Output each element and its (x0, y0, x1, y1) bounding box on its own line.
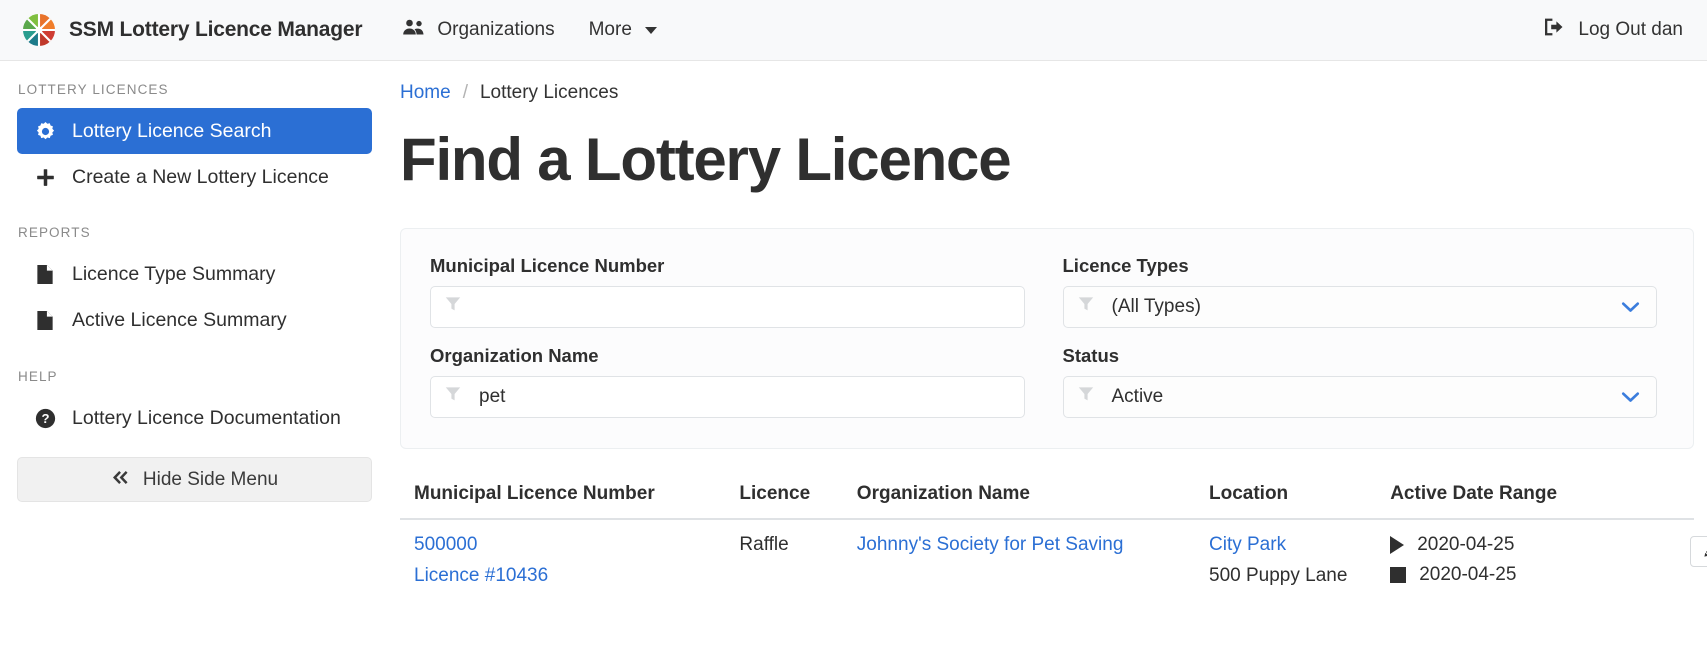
certificate-starburst-icon (34, 121, 56, 142)
location-address: 500 Puppy Lane (1209, 565, 1348, 586)
field-label: Organization Name (430, 345, 599, 366)
nav-organizations-label: Organizations (437, 19, 555, 40)
results-table-body: 500000 Licence #10436 Raffle Johnny's So… (400, 519, 1707, 599)
sidebar-heading-help: HELP (18, 369, 58, 384)
sidebar-item-active-licence-summary[interactable]: Active Licence Summary (17, 297, 372, 343)
brand-home-link[interactable]: SSM Lottery Licence Manager (22, 13, 363, 47)
file-icon (34, 310, 56, 331)
results-table-head: Municipal Licence Number Licence Organiz… (400, 473, 1694, 520)
nav-more-label: More (588, 19, 632, 40)
organization-name-input-wrap[interactable]: pet (430, 376, 1025, 418)
organization-name-value: pet (479, 386, 506, 407)
results-table: Municipal Licence Number Licence Organiz… (400, 473, 1707, 599)
end-date: 2020-04-25 (1419, 564, 1517, 585)
field-municipal-licence-number: Municipal Licence Number (430, 255, 1025, 328)
sidebar-heading-reports: REPORTS (18, 225, 91, 240)
sidebar-item-label: Licence Type Summary (72, 262, 276, 285)
double-chevron-left-icon (111, 469, 130, 491)
cell-active-date-range: 2020-04-25 2020-04-25 (1376, 519, 1676, 599)
svg-text:?: ? (41, 411, 49, 426)
status-value: Active (1111, 386, 1164, 407)
sidebar: LOTTERY LICENCES Lottery Licence Search … (0, 61, 389, 666)
sidebar-item-licence-type-summary[interactable]: Licence Type Summary (17, 251, 372, 297)
logout-button[interactable]: Log Out dan (1543, 17, 1683, 43)
filter-funnel-icon (1078, 296, 1094, 318)
sidebar-item-label: Lottery Licence Search (72, 119, 272, 142)
nav-organizations[interactable]: Organizations (402, 18, 555, 42)
navbar-links: Organizations More (402, 18, 657, 42)
field-status: Status Active (1062, 345, 1657, 418)
brand-title: SSM Lottery Licence Manager (69, 18, 363, 41)
sidebar-heading-lottery-licences: LOTTERY LICENCES (18, 82, 169, 97)
breadcrumb-current: Lottery Licences (479, 82, 619, 103)
stop-square-icon (1390, 567, 1407, 583)
cell-row-actions: Edit Not Issued (1676, 519, 1707, 599)
edit-button[interactable]: Edit (1690, 536, 1707, 567)
filter-funnel-icon (445, 296, 461, 318)
col-header-licence: Licence (725, 473, 843, 520)
results-section: Municipal Licence Number Licence Organiz… (400, 473, 1707, 599)
field-label: Status (1062, 345, 1120, 366)
nav-more[interactable]: More (589, 19, 657, 41)
row-actions: Edit Not Issued (1690, 534, 1707, 567)
col-header-municipal-licence-number: Municipal Licence Number (400, 473, 726, 520)
col-header-location: Location (1195, 473, 1377, 520)
filter-funnel-icon (445, 386, 461, 408)
question-circle-icon: ? (34, 408, 56, 429)
sidebar-item-label: Active Licence Summary (72, 308, 287, 331)
file-icon (34, 264, 56, 285)
chevron-down-icon[interactable] (1621, 301, 1640, 314)
page-title: Find a Lottery Licence (400, 126, 1012, 193)
col-header-actions (1676, 473, 1694, 520)
breadcrumb-home-link[interactable]: Home (400, 82, 451, 104)
end-date-line: 2020-04-25 (1390, 564, 1676, 586)
col-header-organization-name: Organization Name (842, 473, 1195, 520)
hide-side-menu-button[interactable]: Hide Side Menu (17, 457, 372, 502)
sidebar-item-label: Create a New Lottery Licence (72, 165, 329, 188)
logout-label: Log Out dan (1578, 19, 1683, 40)
licence-types-value: (All Types) (1111, 296, 1201, 317)
color-wheel-logo-icon (22, 13, 56, 47)
licence-ref-link[interactable]: Licence #10436 (414, 565, 725, 587)
sidebar-item-create-new-lottery-licence[interactable]: Create a New Lottery Licence (17, 154, 372, 200)
filter-funnel-icon (1078, 386, 1094, 408)
table-row: 500000 Licence #10436 Raffle Johnny's So… (400, 519, 1707, 599)
field-licence-types: Licence Types (All Types) (1062, 255, 1657, 328)
hide-side-menu-label: Hide Side Menu (142, 468, 279, 490)
status-select[interactable]: Active (1062, 376, 1657, 418)
search-filter-card: Municipal Licence Number Licence Types (… (400, 228, 1694, 449)
cell-municipal-licence-number: 500000 Licence #10436 (400, 519, 725, 599)
cell-location: City Park 500 Puppy Lane (1195, 519, 1376, 599)
field-label: Municipal Licence Number (430, 255, 665, 276)
municipal-licence-number-input-wrap[interactable] (430, 286, 1025, 328)
sign-out-icon (1543, 17, 1566, 43)
breadcrumb-separator: / (462, 82, 468, 103)
chevron-down-icon[interactable] (1621, 391, 1640, 404)
users-icon (402, 18, 426, 42)
start-date: 2020-04-25 (1417, 534, 1515, 555)
field-organization-name: Organization Name pet (430, 345, 1025, 418)
chevron-down-icon (644, 26, 657, 34)
page-layout: LOTTERY LICENCES Lottery Licence Search … (0, 61, 1707, 666)
start-date-line: 2020-04-25 (1390, 534, 1676, 556)
col-header-active-date-range: Active Date Range (1376, 473, 1677, 520)
organization-name-link[interactable]: Johnny's Society for Pet Saving (857, 534, 1195, 556)
cell-organization-name: Johnny's Society for Pet Saving (843, 519, 1195, 599)
breadcrumb: Home / Lottery Licences (389, 61, 1707, 104)
field-label: Licence Types (1062, 255, 1189, 276)
play-triangle-icon (1390, 536, 1405, 554)
main-content: Home / Lottery Licences Find a Lottery L… (389, 61, 1707, 666)
top-navbar: SSM Lottery Licence Manager Organization… (0, 0, 1707, 61)
sidebar-item-lottery-licence-documentation[interactable]: ? Lottery Licence Documentation (17, 395, 372, 441)
location-name-link[interactable]: City Park (1209, 534, 1376, 556)
sidebar-item-lottery-licence-search[interactable]: Lottery Licence Search (17, 108, 372, 154)
cell-licence-type: Raffle (739, 534, 789, 555)
plus-icon (34, 167, 56, 188)
sidebar-item-label: Lottery Licence Documentation (72, 406, 341, 429)
licence-types-select[interactable]: (All Types) (1062, 286, 1657, 328)
table-header-row: Municipal Licence Number Licence Organiz… (400, 473, 1694, 520)
municipal-licence-number-link[interactable]: 500000 (414, 534, 725, 556)
